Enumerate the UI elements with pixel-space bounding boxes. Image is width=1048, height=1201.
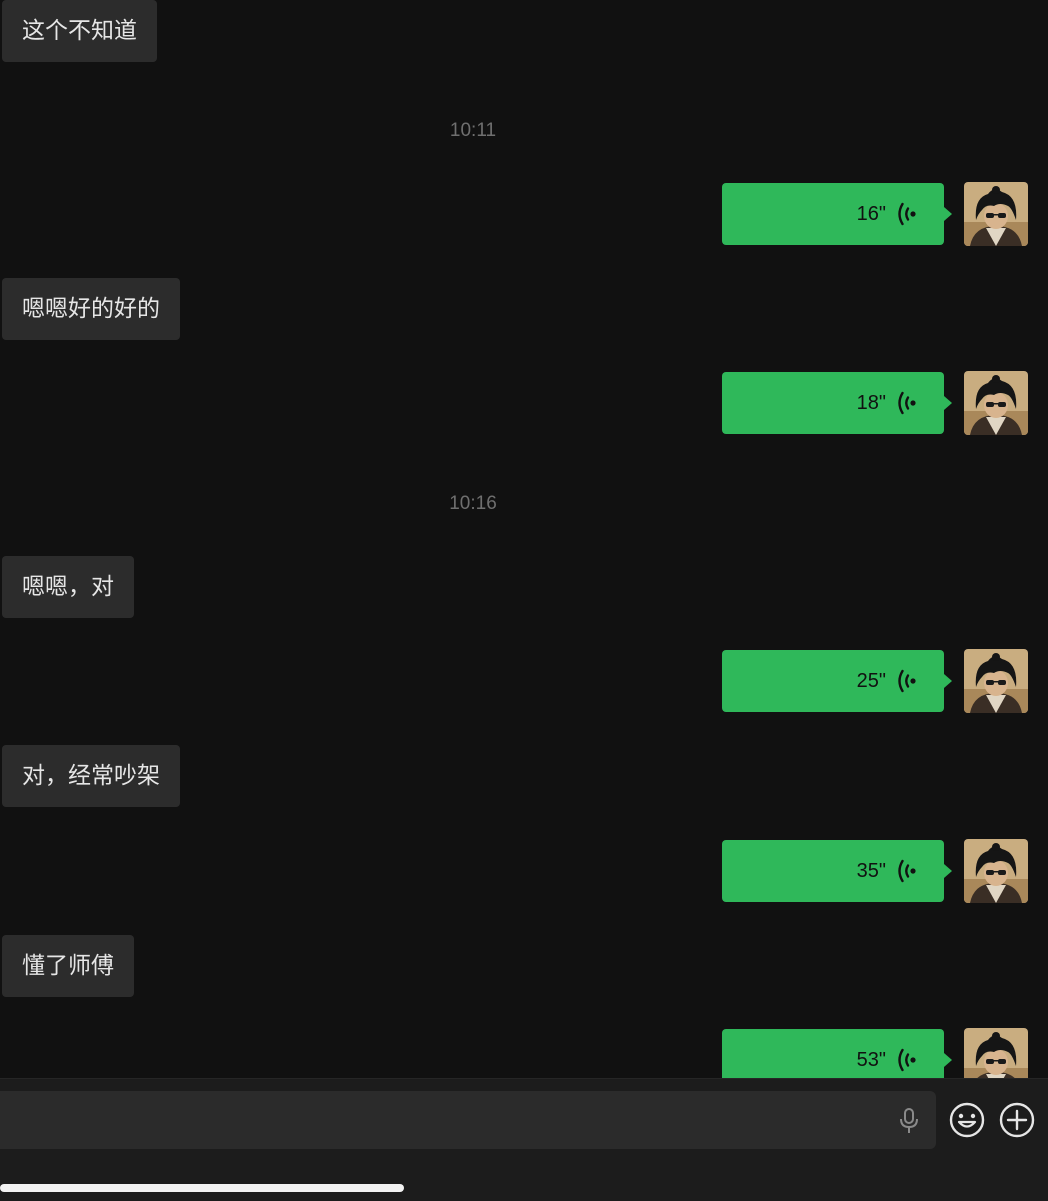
outgoing-voice-message[interactable]: 18" — [722, 372, 952, 434]
voice-wave-icon — [896, 202, 918, 226]
incoming-message[interactable]: 这个不知道 — [2, 0, 157, 62]
timestamp: 10:11 — [449, 120, 497, 141]
emoji-icon[interactable] — [948, 1101, 986, 1139]
voice-wave-icon — [896, 1048, 918, 1072]
avatar[interactable] — [964, 371, 1028, 435]
microphone-icon[interactable] — [898, 1107, 920, 1135]
input-bar — [0, 1078, 1048, 1201]
voice-wave-icon — [896, 669, 918, 693]
voice-duration: 18" — [856, 392, 886, 414]
avatar[interactable] — [964, 839, 1028, 903]
voice-wave-icon — [896, 859, 918, 883]
incoming-message[interactable]: 嗯嗯好的好的 — [2, 278, 180, 340]
message-input[interactable] — [0, 1091, 936, 1149]
outgoing-voice-message[interactable]: 53" — [722, 1029, 952, 1078]
outgoing-voice-message[interactable]: 16" — [722, 183, 952, 245]
incoming-message[interactable]: 嗯嗯，对 — [2, 556, 134, 618]
voice-duration: 25" — [856, 670, 886, 692]
incoming-message[interactable]: 对，经常吵架 — [2, 745, 180, 807]
voice-duration: 16" — [856, 203, 886, 225]
chat-history[interactable]: 这个不知道 10:11 16" 嗯嗯好的好的 18" 10:16 嗯嗯，对 25… — [0, 0, 1048, 1078]
home-indicator[interactable] — [0, 1184, 404, 1192]
avatar[interactable] — [964, 1028, 1028, 1078]
voice-wave-icon — [896, 391, 918, 415]
outgoing-voice-message[interactable]: 25" — [722, 650, 952, 712]
outgoing-voice-message[interactable]: 35" — [722, 840, 952, 902]
voice-duration: 53" — [856, 1049, 886, 1071]
avatar[interactable] — [964, 649, 1028, 713]
incoming-message[interactable]: 懂了师傅 — [2, 935, 134, 997]
timestamp: 10:16 — [449, 493, 497, 514]
avatar[interactable] — [964, 182, 1028, 246]
voice-duration: 35" — [856, 860, 886, 882]
plus-circle-icon[interactable] — [998, 1101, 1036, 1139]
